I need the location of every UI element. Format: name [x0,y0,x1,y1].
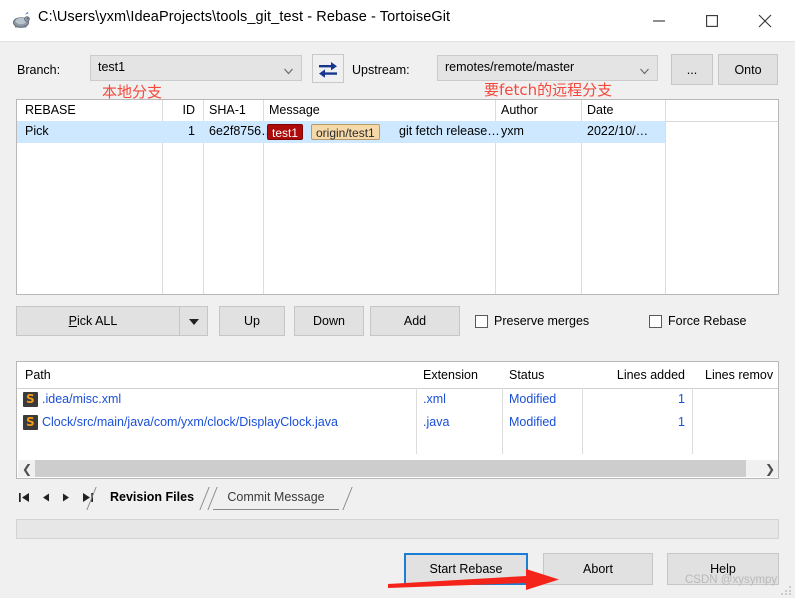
title-bar: C:\Users\yxm\IdeaProjects\tools_git_test… [0,0,795,42]
chevron-right-icon[interactable]: ❯ [765,462,775,476]
pick-all-dropdown-button[interactable] [180,306,208,336]
cell-rebase: Pick [25,124,49,138]
file-list-header: Path Extension Status Lines added Lines … [17,362,778,389]
revision-files-list[interactable]: Path Extension Status Lines added Lines … [16,361,779,479]
column-header-message[interactable]: Message [269,103,320,117]
column-header-lines-removed[interactable]: Lines remov [705,368,773,382]
commit-list[interactable]: REBASE ID SHA-1 Message Author Date Pick… [16,99,779,295]
chevron-left-icon[interactable]: ❮ [22,462,32,476]
watermark: CSDN @xysympy [685,574,778,586]
chevron-down-icon [284,65,293,75]
tab-label: Revision Files [109,490,195,504]
checkbox-box [475,314,488,328]
column-header-rebase[interactable]: REBASE [25,103,76,117]
status-bar [16,519,779,539]
ref-badge-local: test1 [267,124,304,140]
column-header-lines-added[interactable]: Lines added [589,368,685,382]
ref-badge-remote: origin/test1 [311,124,380,140]
branch-combobox[interactable]: test1 [90,55,302,81]
tab-nav-next[interactable] [60,491,73,504]
chevron-down-icon [640,65,649,75]
pick-all-label: Pick ALL [68,314,118,328]
column-header-author[interactable]: Author [501,103,538,117]
column-header-path[interactable]: Path [25,368,51,382]
up-button[interactable]: Up [219,306,285,336]
table-row[interactable]: S Clock/src/main/java/com/yxm/clock/Disp… [17,412,778,435]
swap-branches-button[interactable] [312,54,344,83]
cell-path: Clock/src/main/java/com/yxm/clock/Displa… [42,415,338,429]
browse-button[interactable]: ... [671,54,713,85]
upstream-value: remotes/remote/master [445,60,575,74]
cell-message: git fetch release… [399,124,500,138]
upstream-combobox[interactable]: remotes/remote/master [437,55,658,81]
cell-lines-added: 1 [678,392,685,406]
column-header-id[interactable]: ID [169,103,196,117]
commit-list-header: REBASE ID SHA-1 Message Author Date [17,100,778,122]
cell-author: yxm [501,124,524,138]
preserve-merges-checkbox[interactable]: Preserve merges [475,314,589,328]
table-row[interactable]: Pick 1 6e2f8756… test1 origin/test1 git … [17,121,665,143]
table-row[interactable]: S .idea/misc.xml .xml Modified 1 [17,389,778,412]
cell-extension: .xml [423,392,446,406]
column-header-date[interactable]: Date [587,103,613,117]
chevron-down-icon [189,319,199,325]
tortoisegit-icon [12,11,31,30]
force-rebase-label: Force Rebase [668,314,747,328]
cell-lines-added: 1 [678,415,685,429]
modified-file-icon: S [23,415,38,430]
modified-file-icon: S [23,392,38,407]
down-button[interactable]: Down [294,306,364,336]
upstream-label: Upstream: [352,63,410,77]
cell-id: 1 [188,124,195,138]
pick-all-button[interactable]: Pick ALL [16,306,180,336]
annotation-arrow-icon [388,566,560,595]
tab-label: Commit Message [227,490,325,504]
minimize-button[interactable] [636,0,682,41]
window-title: C:\Users\yxm\IdeaProjects\tools_git_test… [38,9,451,25]
cell-extension: .java [423,415,450,429]
close-button[interactable] [742,0,788,41]
checkbox-box [649,314,662,328]
add-button[interactable]: Add [370,306,460,336]
branch-value: test1 [98,60,126,74]
cell-status: Modified [509,415,557,429]
annotation-remote-branch: 要fetch的远程分支 [484,81,613,99]
branch-label: Branch: [17,63,61,77]
cell-status: Modified [509,392,557,406]
column-header-extension[interactable]: Extension [423,368,478,382]
cell-sha1: 6e2f8756… [209,124,274,138]
tab-revision-files[interactable]: Revision Files [100,487,204,509]
cell-date: 2022/10/… [587,124,649,138]
horizontal-scrollbar[interactable]: ❮ ❯ [18,460,778,477]
rebase-window: C:\Users\yxm\IdeaProjects\tools_git_test… [0,0,795,598]
maximize-button[interactable] [689,0,735,41]
column-header-sha1[interactable]: SHA-1 [209,103,246,117]
cell-path: .idea/misc.xml [42,392,122,406]
preserve-merges-label: Preserve merges [494,314,590,328]
tab-nav-previous[interactable] [39,491,52,504]
column-divider [665,100,666,294]
tab-nav-first[interactable] [18,491,31,504]
tab-commit-message[interactable]: Commit Message [213,487,339,510]
resize-grip[interactable] [780,583,792,595]
force-rebase-checkbox[interactable]: Force Rebase [649,314,747,328]
onto-button[interactable]: Onto [718,54,778,85]
scrollbar-thumb[interactable] [35,460,746,477]
column-header-status[interactable]: Status [509,368,544,382]
title-separator [0,41,795,42]
